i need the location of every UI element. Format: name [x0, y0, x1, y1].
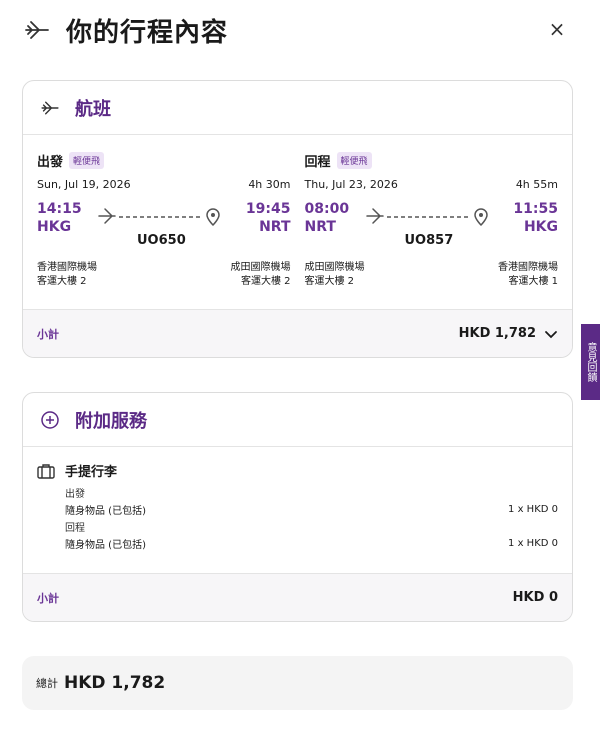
leg-duration: 4h 55m	[515, 178, 558, 191]
flight-section-label: 航班	[75, 98, 111, 120]
departure-airport: 香港國際機場	[37, 262, 97, 273]
flight-section-header: 航班	[23, 81, 572, 135]
arrival-time: 11:55	[513, 201, 558, 217]
arrival-terminal: 客運大樓 2	[240, 276, 291, 287]
flight-leg-outbound: 出發 輕便飛 Sun, Jul 19, 2026 4h 30m 14:15 19…	[37, 135, 291, 289]
chevron-down-icon[interactable]	[544, 327, 558, 341]
addon-row: 回程	[65, 523, 85, 534]
flight-subtotal-toggle[interactable]: 小計 HKD 1,782	[23, 309, 572, 357]
addons-subtotal: 小計 HKD 0	[23, 573, 572, 621]
arrival-terminal: 客運大樓 1	[508, 276, 558, 287]
arrival-airport: 香港國際機場	[498, 262, 558, 273]
fare-badge: 輕便飛	[336, 152, 372, 169]
plane-icon	[39, 97, 61, 119]
flight-card: 航班 出發 輕便飛 Sun, Jul 19, 2026 4h 30m 14:15…	[22, 80, 573, 358]
arrival-code: NRT	[259, 219, 291, 235]
departure-time: 08:00	[304, 201, 350, 217]
arrival-airport: 成田國際機場	[230, 262, 291, 273]
subtotal-amount: HKD 1,782	[458, 326, 536, 341]
page-title: 你的行程內容	[66, 17, 229, 48]
route-line-icon	[365, 208, 488, 227]
page-header: 你的行程內容 ×	[22, 10, 578, 50]
grand-total: 總計 HKD 1,782	[22, 656, 573, 710]
flight-number: UO857	[404, 233, 454, 248]
close-button[interactable]: ×	[544, 16, 570, 42]
plane-icon	[22, 15, 52, 45]
addon-item-title: 手提行李	[65, 465, 118, 480]
subtotal-label: 小計	[37, 591, 59, 605]
leg-title: 回程	[304, 155, 331, 170]
flight-leg-return: 回程 輕便飛 Thu, Jul 23, 2026 4h 55m 08:00 11…	[304, 135, 558, 289]
departure-code: HKG	[37, 219, 72, 235]
total-amount: HKD 1,782	[64, 673, 166, 693]
arrival-code: HKG	[523, 219, 558, 235]
fare-badge: 輕便飛	[69, 152, 105, 169]
addon-row: 隨身物品 (已包括) 1 x HKD 0	[65, 504, 558, 517]
departure-time: 14:15	[37, 201, 82, 217]
subtotal-label: 小計	[37, 327, 59, 341]
route-line-icon	[98, 208, 220, 227]
addons-section-label: 附加服務	[75, 410, 147, 432]
departure-airport: 成田國際機場	[304, 262, 365, 273]
departure-code: NRT	[304, 219, 336, 235]
suitcase-icon	[37, 463, 55, 479]
feedback-tab[interactable]: 意見回饋	[581, 324, 600, 400]
leg-title: 出發	[37, 155, 64, 170]
addon-row: 隨身物品 (已包括) 1 x HKD 0	[65, 538, 558, 551]
total-label: 總計	[36, 677, 58, 690]
leg-date: Sun, Jul 19, 2026	[37, 178, 131, 191]
departure-terminal: 客運大樓 2	[37, 276, 87, 287]
flight-number: UO650	[137, 233, 186, 248]
arrival-time: 19:45	[245, 201, 291, 217]
addons-section-header: 附加服務	[23, 393, 572, 447]
departure-terminal: 客運大樓 2	[304, 276, 355, 287]
plus-circle-icon	[39, 409, 61, 431]
subtotal-amount: HKD 0	[512, 590, 558, 605]
leg-date: Thu, Jul 23, 2026	[304, 178, 398, 191]
addons-card: 附加服務 手提行李 出發 隨身物品 (已包括) 1 x HKD 0 回程 隨身物品…	[22, 392, 573, 622]
addon-row: 出發	[65, 489, 85, 500]
leg-duration: 4h 30m	[248, 178, 291, 191]
